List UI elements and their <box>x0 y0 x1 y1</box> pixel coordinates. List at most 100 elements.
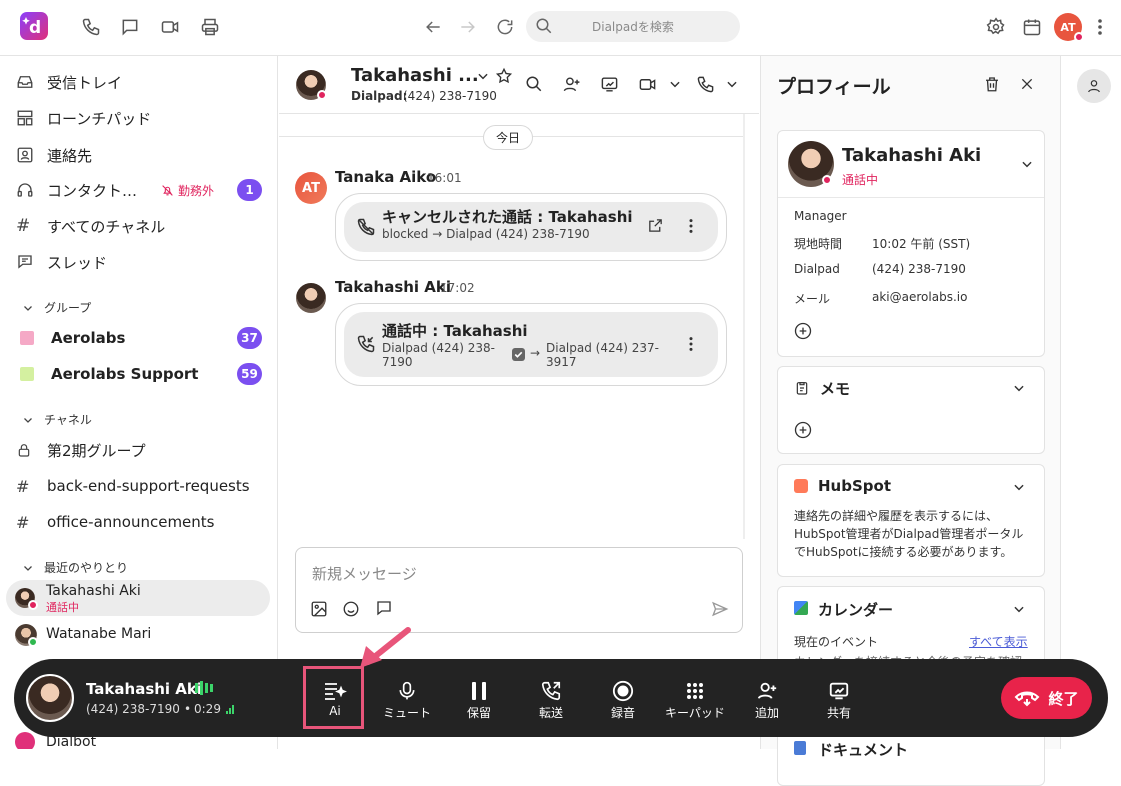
chevron-down-icon[interactable] <box>1012 602 1026 616</box>
profile-toggle-button[interactable] <box>1077 69 1111 103</box>
more-vertical-icon[interactable] <box>1088 14 1112 40</box>
mute-label: ミュート <box>382 706 431 720</box>
sidebar-item-group-aerolabs-support[interactable]: Aerolabs Support 59 <box>16 360 266 388</box>
trash-icon[interactable] <box>983 75 1001 93</box>
message-sender[interactable]: Takahashi Aki <box>335 278 451 296</box>
star-icon[interactable] <box>495 67 513 85</box>
add-user-icon[interactable] <box>562 75 581 94</box>
groups-section-header[interactable]: グループ <box>22 299 91 316</box>
user-status-dot <box>1074 32 1084 42</box>
forward-arrow-icon[interactable] <box>455 14 481 40</box>
caller-avatar[interactable] <box>26 674 74 722</box>
sidebar-item-inbox[interactable]: 受信トレイ <box>16 68 266 96</box>
sidebar-item-label: Watanabe Mari <box>46 626 152 642</box>
image-icon[interactable] <box>310 600 328 618</box>
sidebar-item-contact-center[interactable]: コンタクト… 勤務外 1 <box>16 176 266 204</box>
share-screen-icon[interactable] <box>600 75 619 94</box>
back-arrow-icon[interactable] <box>420 14 446 40</box>
unread-badge: 59 <box>237 363 262 385</box>
gif-icon[interactable] <box>375 599 393 617</box>
sidebar-item-group-aerolabs[interactable]: Aerolabs 37 <box>16 324 266 352</box>
video-icon[interactable] <box>157 14 183 40</box>
sidebar-item-label: すべてのチャネル <box>47 217 166 236</box>
recent-section-header[interactable]: 最近のやりとり <box>22 559 128 576</box>
chevron-down-icon[interactable] <box>476 69 490 83</box>
off-duty-status: 勤務外 <box>161 182 214 199</box>
field-label-local-time: 現地時間 <box>794 237 843 251</box>
end-call-button[interactable]: 終了 <box>1001 677 1092 719</box>
missed-call-icon <box>356 217 376 237</box>
transfer-icon <box>523 679 579 703</box>
phone-icon[interactable] <box>78 14 104 40</box>
mute-button[interactable]: ミュート <box>379 679 435 721</box>
call-event-detail: blocked → Dialpad (424) 238-7190 <box>382 227 590 241</box>
message-composer[interactable]: 新規メッセージ <box>295 547 743 633</box>
sidebar-item-contacts[interactable]: 連絡先 <box>16 141 266 169</box>
search-icon[interactable] <box>525 75 543 93</box>
hash-icon: # <box>16 476 30 496</box>
sidebar-item-threads[interactable]: スレッド <box>16 248 266 276</box>
sidebar-item-channel-back-end[interactable]: # back-end-support-requests <box>16 472 266 500</box>
calendar-show-all-link[interactable]: すべて表示 <box>969 633 1028 650</box>
sidebar-item-label: ローンチパッド <box>47 109 152 128</box>
message-icon[interactable] <box>117 14 143 40</box>
chevron-down-icon[interactable] <box>1012 381 1026 395</box>
close-icon[interactable] <box>1019 76 1035 92</box>
field-value-dialpad[interactable]: (424) 238-7190 <box>872 262 966 276</box>
phone-icon[interactable] <box>696 75 715 94</box>
user-initials: AT <box>1060 20 1076 34</box>
sidebar-item-label: 連絡先 <box>47 146 93 165</box>
call-event-bubble[interactable]: キャンセルされた通話 : Takahashi blocked → Dialpad… <box>344 202 718 252</box>
printer-icon[interactable] <box>197 14 223 40</box>
sidebar-item-channel-office[interactable]: # office-announcements <box>16 508 266 536</box>
chat-scrollbar[interactable] <box>743 114 745 539</box>
field-value-email[interactable]: aki@aerolabs.io <box>872 290 967 304</box>
refresh-icon[interactable] <box>492 14 518 40</box>
search-input[interactable]: Dialpadを検索 <box>526 11 740 42</box>
message-sender[interactable]: Tanaka Aiko <box>335 168 436 186</box>
section-label: チャネル <box>44 413 92 427</box>
external-link-icon[interactable] <box>647 217 664 234</box>
add-circle-icon[interactable] <box>793 420 813 440</box>
send-icon[interactable] <box>711 600 729 618</box>
sidebar-item-recent-watanabe[interactable]: Watanabe Mari <box>6 618 270 654</box>
pause-icon <box>451 679 507 703</box>
hold-button[interactable]: 保留 <box>451 679 507 721</box>
channels-section-header[interactable]: チャネル <box>22 411 92 428</box>
sender-initials: AT <box>302 180 320 196</box>
chevron-down-icon[interactable] <box>1012 480 1026 494</box>
sidebar-item-channel-2nd-group[interactable]: 第2期グループ <box>16 436 266 464</box>
call-event-bubble[interactable]: 通話中 : Takahashi Dialpad (424) 238-7190 →… <box>344 312 718 377</box>
calendar-app-icon <box>794 601 808 615</box>
contact-name[interactable]: Takahashi ... <box>351 65 479 86</box>
share-button[interactable]: 共有 <box>811 679 867 721</box>
emoji-icon[interactable] <box>342 600 360 618</box>
calendar-icon[interactable] <box>1019 14 1045 40</box>
record-button[interactable]: 録音 <box>595 679 651 721</box>
sender-avatar[interactable]: AT <box>295 172 327 204</box>
gear-icon[interactable] <box>983 14 1009 40</box>
transfer-button[interactable]: 転送 <box>523 679 579 721</box>
sidebar-item-all-channels[interactable]: # すべてのチャネル <box>16 212 266 240</box>
memo-title: メモ <box>820 380 851 398</box>
dialpad-logo[interactable]: d <box>20 12 48 40</box>
sidebar-item-label: Aerolabs Support <box>51 365 199 383</box>
more-vertical-icon[interactable] <box>688 336 694 352</box>
sidebar-item-launchpad[interactable]: ローンチパッド <box>16 104 266 132</box>
sender-avatar[interactable] <box>296 283 326 313</box>
contact-info-card: Takahashi Aki 通話中 Manager 現地時間 10:02 午前 … <box>777 130 1045 357</box>
chevron-down-icon[interactable] <box>1020 157 1034 171</box>
chevron-down-icon[interactable] <box>725 77 739 91</box>
sidebar-item-recent-takahashi[interactable]: Takahashi Aki 通話中 <box>6 580 270 616</box>
chat-header: Takahashi ... Dialpad: (424) 238-7190 <box>279 56 759 114</box>
more-vertical-icon[interactable] <box>688 218 694 234</box>
chevron-down-icon[interactable] <box>668 77 682 91</box>
sidebar-item-label: Takahashi Aki <box>46 583 141 599</box>
video-icon[interactable] <box>638 75 657 94</box>
user-avatar[interactable]: AT <box>1054 13 1084 42</box>
add-circle-icon[interactable] <box>793 321 813 341</box>
keypad-button[interactable]: キーパッド <box>663 679 727 721</box>
sidebar-item-label: Aerolabs <box>51 329 126 347</box>
add-participant-button[interactable]: 追加 <box>739 679 795 721</box>
unread-badge: 1 <box>237 179 262 201</box>
